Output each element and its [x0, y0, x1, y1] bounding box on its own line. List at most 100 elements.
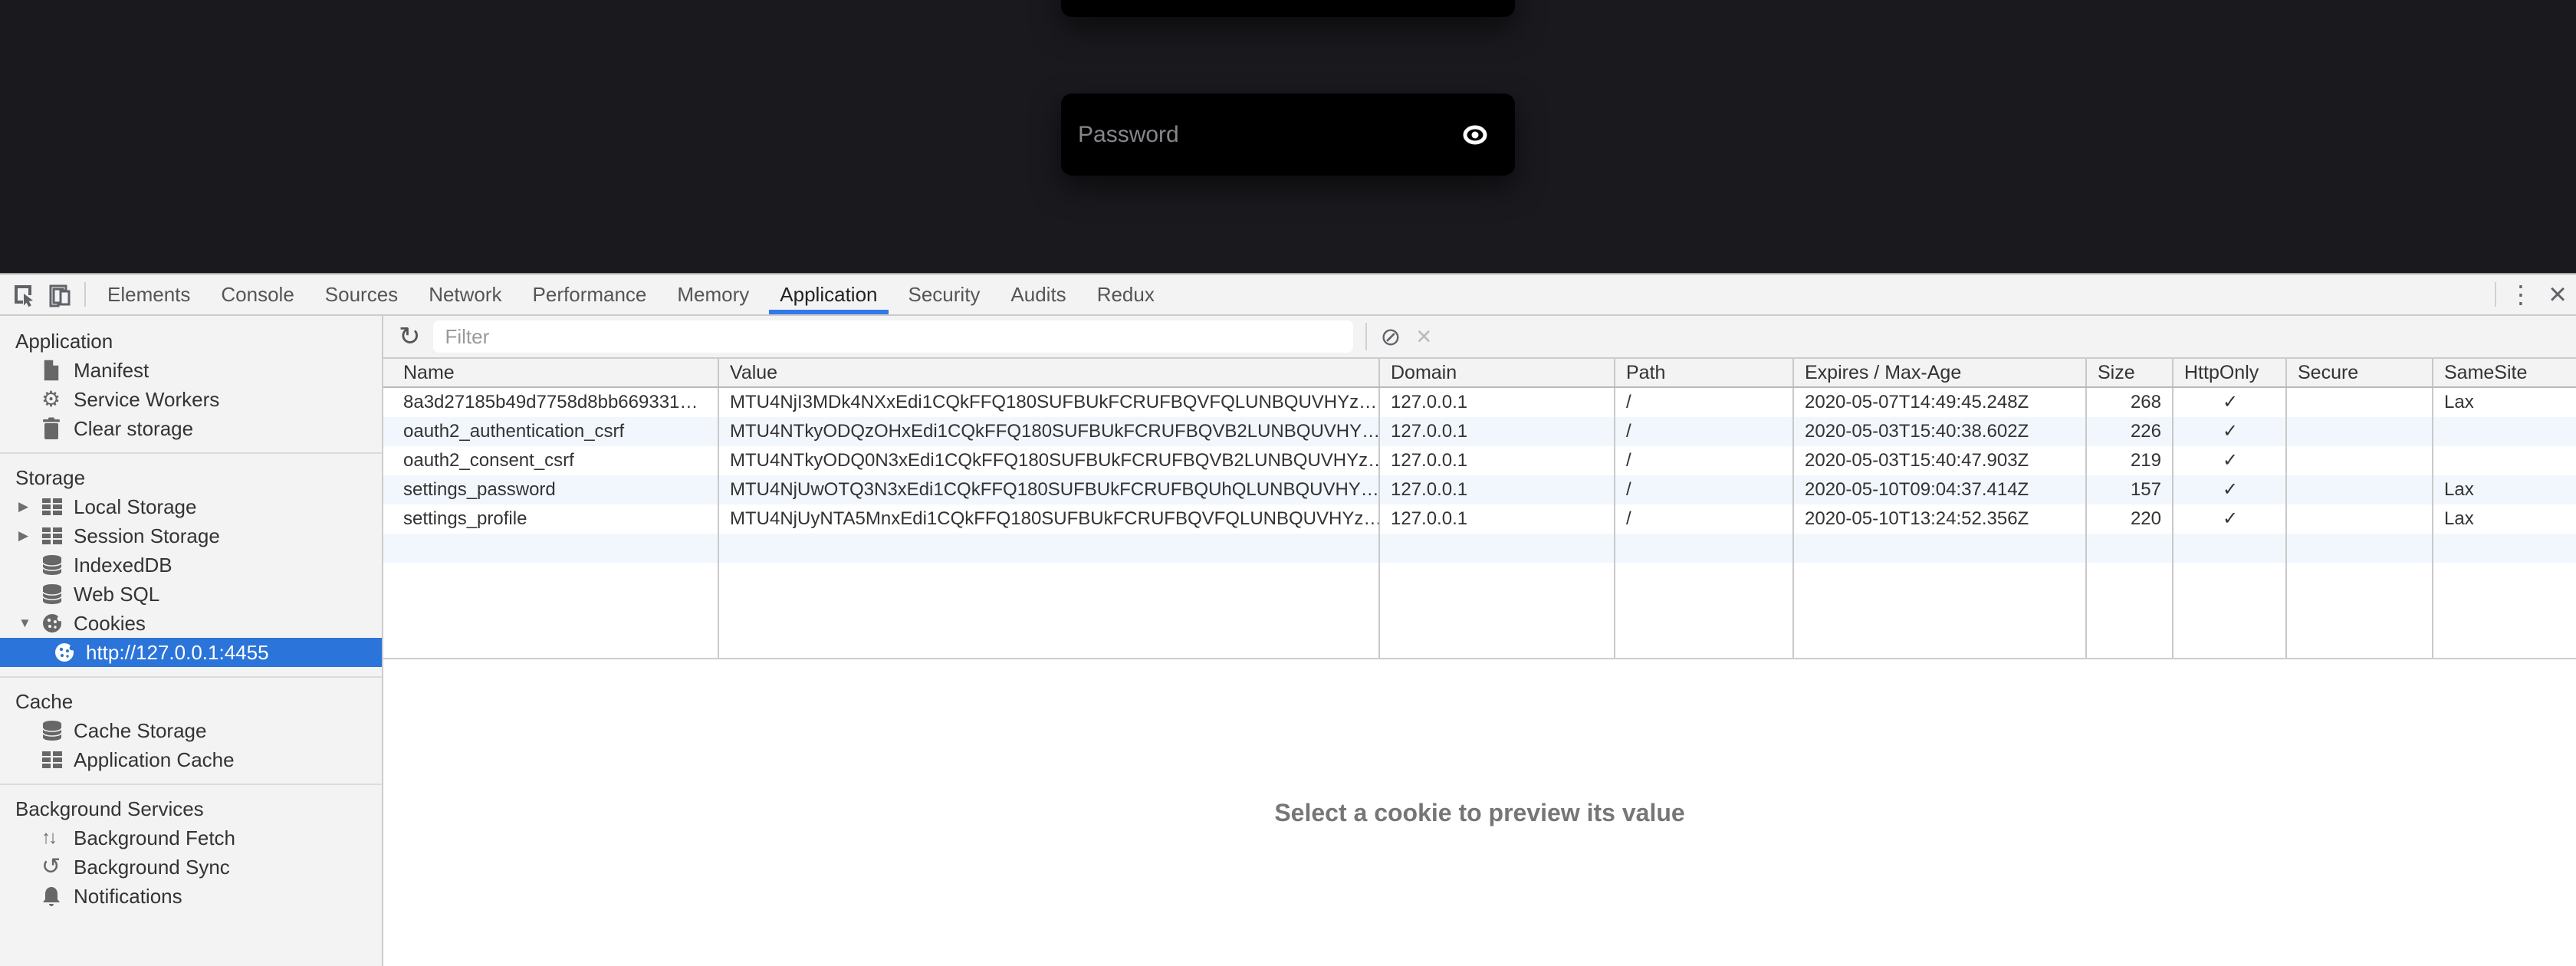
column-divider[interactable] [1378, 388, 1380, 658]
eye-icon[interactable] [1458, 121, 1492, 149]
cookie-name-cell[interactable]: 8a3d27185b49d7758d8bb669331… [383, 388, 719, 417]
sidebar-item-background-fetch[interactable]: ↑↓ Background Fetch [0, 823, 382, 853]
expander-collapsed-icon[interactable]: ▶ [18, 499, 41, 514]
cookie-expires-cell[interactable]: 2020-05-10T13:24:52.356Z [1794, 504, 2087, 534]
tab-elements[interactable]: Elements [92, 274, 205, 314]
column-header-expires[interactable]: Expires / Max-Age [1794, 359, 2087, 386]
sidebar-item-service-workers[interactable]: ⚙ Service Workers [0, 385, 382, 414]
tab-sources[interactable]: Sources [310, 274, 413, 314]
tab-security[interactable]: Security [893, 274, 996, 314]
cookie-samesite-cell[interactable]: Lax [2433, 388, 2576, 417]
cookie-domain-cell[interactable]: 127.0.0.1 [1380, 388, 1615, 417]
tab-performance[interactable]: Performance [518, 274, 662, 314]
cookie-value-cell[interactable]: MTU4NTkyODQ0N3xEdi1CQkFFQ180SUFBUkFCRUFB… [719, 446, 1380, 475]
cookie-size-cell[interactable]: 219 [2087, 446, 2174, 475]
cookie-value-cell[interactable]: MTU4NjUyNTA5MnxEdi1CQkFFQ180SUFBUkFCRUFB… [719, 504, 1380, 534]
device-toolbar-icon[interactable] [41, 274, 78, 314]
column-header-domain[interactable]: Domain [1380, 359, 1615, 386]
refresh-icon[interactable]: ↻ [399, 321, 421, 352]
tab-application[interactable]: Application [764, 274, 892, 314]
tab-console[interactable]: Console [205, 274, 309, 314]
column-divider[interactable] [1614, 388, 1615, 658]
tab-redux[interactable]: Redux [1082, 274, 1170, 314]
column-header-httponly[interactable]: HttpOnly [2174, 359, 2287, 386]
cookie-expires-cell[interactable]: 2020-05-10T09:04:37.414Z [1794, 475, 2087, 504]
cookie-domain-cell[interactable]: 127.0.0.1 [1380, 446, 1615, 475]
column-header-secure[interactable]: Secure [2287, 359, 2433, 386]
tab-audits[interactable]: Audits [995, 274, 1081, 314]
column-header-size[interactable]: Size [2087, 359, 2174, 386]
column-header-value[interactable]: Value [719, 359, 1380, 386]
sidebar-item-notifications[interactable]: Notifications [0, 882, 382, 911]
column-divider[interactable] [2285, 388, 2287, 658]
cookie-httponly-cell[interactable]: ✓ [2174, 504, 2287, 534]
cookie-size-cell[interactable]: 157 [2087, 475, 2174, 504]
cookie-value-cell[interactable]: MTU4NjUwOTQ3N3xEdi1CQkFFQ180SUFBUkFCRUFB… [719, 475, 1380, 504]
cookie-httponly-cell[interactable]: ✓ [2174, 446, 2287, 475]
delete-selected-icon[interactable]: × [1416, 324, 1431, 350]
table-row[interactable]: settings_profile MTU4NjUyNTA5MnxEdi1CQkF… [383, 504, 2576, 534]
inspect-element-icon[interactable] [5, 274, 41, 314]
cookie-samesite-cell[interactable]: Lax [2433, 475, 2576, 504]
sidebar-item-indexeddb[interactable]: IndexedDB [0, 550, 382, 580]
cookie-name-cell[interactable]: oauth2_consent_csrf [383, 446, 719, 475]
expander-collapsed-icon[interactable]: ▶ [18, 528, 41, 544]
table-row[interactable]: oauth2_authentication_csrf MTU4NTkyODQzO… [383, 417, 2576, 446]
cookie-httponly-cell[interactable]: ✓ [2174, 388, 2287, 417]
cookie-path-cell[interactable]: / [1615, 475, 1794, 504]
column-divider[interactable] [718, 388, 719, 658]
sidebar-item-clear-storage[interactable]: Clear storage [0, 414, 382, 443]
cookie-httponly-cell[interactable]: ✓ [2174, 475, 2287, 504]
cookie-size-cell[interactable]: 268 [2087, 388, 2174, 417]
cookie-domain-cell[interactable]: 127.0.0.1 [1380, 504, 1615, 534]
cookie-path-cell[interactable]: / [1615, 446, 1794, 475]
cookie-samesite-cell[interactable]: Lax [2433, 504, 2576, 534]
cookie-path-cell[interactable]: / [1615, 388, 1794, 417]
column-divider[interactable] [2172, 388, 2174, 658]
sidebar-item-local-storage[interactable]: ▶ Local Storage [0, 492, 382, 521]
cookie-name-cell[interactable]: settings_password [383, 475, 719, 504]
column-divider[interactable] [1792, 388, 1794, 658]
column-header-path[interactable]: Path [1615, 359, 1794, 386]
cookie-httponly-cell[interactable]: ✓ [2174, 417, 2287, 446]
sidebar-item-web-sql[interactable]: Web SQL [0, 580, 382, 609]
cookie-name-cell[interactable]: oauth2_authentication_csrf [383, 417, 719, 446]
clear-all-cookies-icon[interactable]: ⊘ [1381, 324, 1401, 349]
sidebar-item-cache-storage[interactable]: Cache Storage [0, 716, 382, 745]
cookie-samesite-cell[interactable] [2433, 417, 2576, 446]
sidebar-item-session-storage[interactable]: ▶ Session Storage [0, 521, 382, 550]
cookie-expires-cell[interactable]: 2020-05-03T15:40:47.903Z [1794, 446, 2087, 475]
cookie-value-cell[interactable]: MTU4NjI3MDk4NXxEdi1CQkFFQ180SUFBUkFCRUFB… [719, 388, 1380, 417]
cookie-domain-cell[interactable]: 127.0.0.1 [1380, 417, 1615, 446]
cookie-secure-cell[interactable] [2287, 475, 2433, 504]
cookie-name-cell[interactable]: settings_profile [383, 504, 719, 534]
sidebar-item-cookie-origin[interactable]: http://127.0.0.1:4455 [0, 638, 382, 667]
cookie-path-cell[interactable]: / [1615, 417, 1794, 446]
table-row[interactable]: 8a3d27185b49d7758d8bb669331… MTU4NjI3MDk… [383, 388, 2576, 417]
cookie-secure-cell[interactable] [2287, 388, 2433, 417]
cookie-size-cell[interactable]: 226 [2087, 417, 2174, 446]
tab-network[interactable]: Network [413, 274, 517, 314]
tab-memory[interactable]: Memory [662, 274, 764, 314]
expander-expanded-icon[interactable]: ▼ [18, 616, 41, 631]
cookie-expires-cell[interactable]: 2020-05-07T14:49:45.248Z [1794, 388, 2087, 417]
sidebar-item-cookies[interactable]: ▼ Cookies [0, 609, 382, 638]
cookie-value-cell[interactable]: MTU4NTkyODQzOHxEdi1CQkFFQ180SUFBUkFCRUFB… [719, 417, 1380, 446]
column-divider[interactable] [2085, 388, 2087, 658]
sidebar-item-manifest[interactable]: Manifest [0, 356, 382, 385]
column-header-samesite[interactable]: SameSite [2433, 359, 2576, 386]
cookie-expires-cell[interactable]: 2020-05-03T15:40:38.602Z [1794, 417, 2087, 446]
cookie-secure-cell[interactable] [2287, 417, 2433, 446]
cookie-secure-cell[interactable] [2287, 446, 2433, 475]
close-icon[interactable]: × [2539, 274, 2576, 314]
email-field[interactable] [1061, 0, 1515, 17]
cookie-path-cell[interactable]: / [1615, 504, 1794, 534]
cookie-samesite-cell[interactable] [2433, 446, 2576, 475]
filter-input[interactable] [433, 320, 1353, 353]
table-row[interactable]: oauth2_consent_csrf MTU4NTkyODQ0N3xEdi1C… [383, 446, 2576, 475]
sidebar-item-background-sync[interactable]: ↺ Background Sync [0, 853, 382, 882]
column-divider[interactable] [2432, 388, 2433, 658]
table-row[interactable]: settings_password MTU4NjUwOTQ3N3xEdi1CQk… [383, 475, 2576, 504]
cookie-domain-cell[interactable]: 127.0.0.1 [1380, 475, 1615, 504]
password-input[interactable] [1078, 122, 1458, 148]
